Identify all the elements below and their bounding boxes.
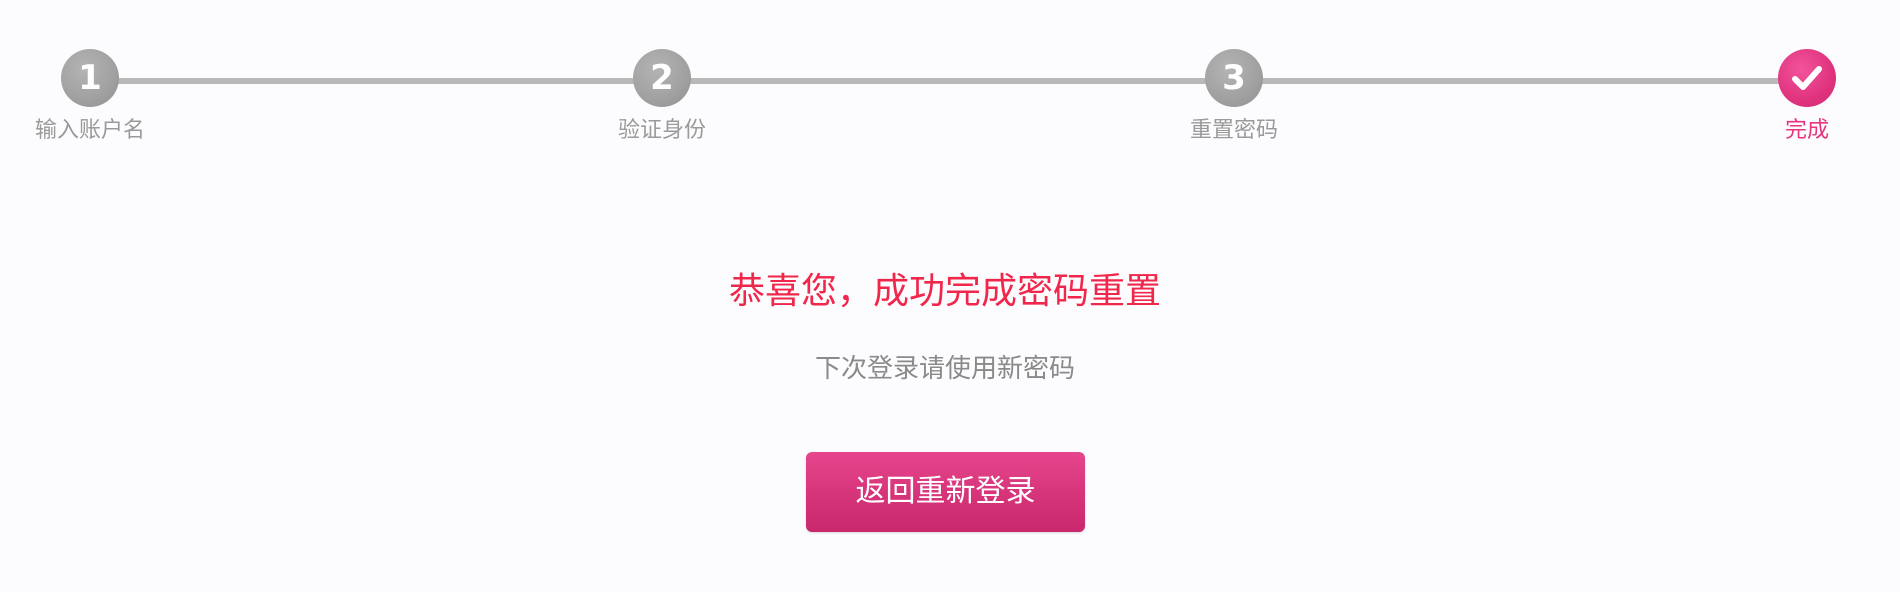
step-3-number-badge: 3 <box>1205 49 1263 107</box>
stepper-track <box>90 78 1810 84</box>
password-reset-complete-page: 1 输入账户名 2 验证身份 3 重置密码 完成 恭喜您，成功完成密码重置 下次… <box>0 0 1900 592</box>
step-2-label: 验证身份 <box>617 118 706 143</box>
success-subtitle: 下次登录请使用新密码 <box>814 354 1075 384</box>
step-4-badge <box>1778 49 1836 107</box>
step-1-number-badge: 1 <box>61 49 119 107</box>
checkmark-icon <box>1792 66 1822 90</box>
step-4-label: 完成 <box>1784 118 1829 143</box>
step-1: 1 输入账户名 <box>20 49 160 144</box>
step-2: 2 验证身份 <box>592 49 732 144</box>
step-3: 3 重置密码 <box>1164 49 1304 144</box>
progress-stepper: 1 输入账户名 2 验证身份 3 重置密码 完成 <box>0 0 1900 160</box>
step-2-number-badge: 2 <box>633 49 691 107</box>
step-4: 完成 <box>1737 49 1877 144</box>
step-3-label: 重置密码 <box>1189 118 1278 143</box>
relogin-button[interactable]: 返回重新登录 <box>806 452 1085 532</box>
step-1-label: 输入账户名 <box>34 118 145 143</box>
success-title: 恭喜您，成功完成密码重置 <box>728 271 1161 312</box>
